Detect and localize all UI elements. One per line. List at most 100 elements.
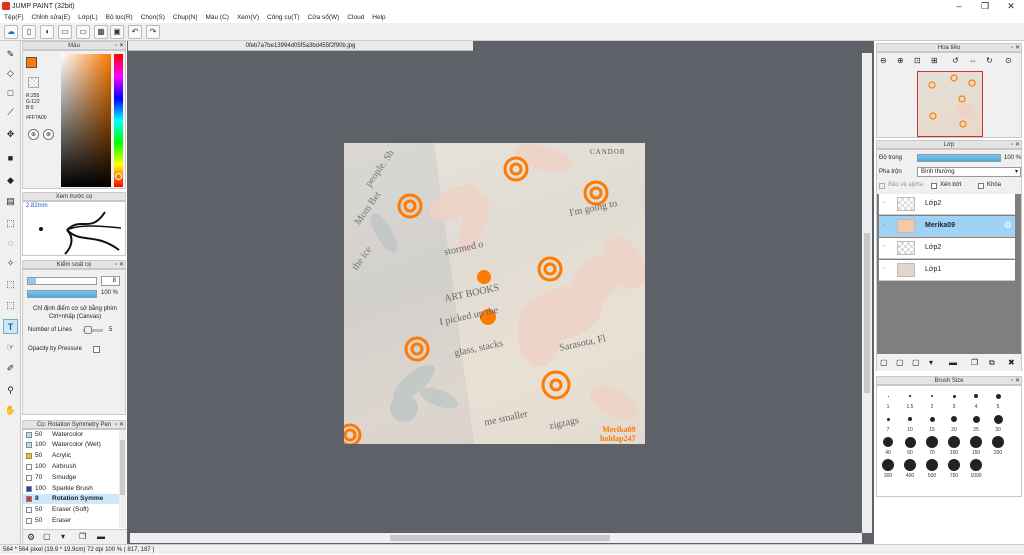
lasso-icon[interactable]: ◌ — [3, 236, 18, 251]
zoom-in-icon[interactable]: ⊕ — [897, 56, 904, 65]
menu-filter[interactable]: Bộ lọc(R) — [106, 14, 133, 21]
layer-add-dropdown-icon[interactable]: ▾ — [929, 358, 933, 367]
new-layer-8bit-icon[interactable]: ▢ — [896, 358, 904, 367]
canvas-vertical-scrollbar[interactable] — [862, 53, 872, 533]
monitor-icon[interactable]: ▭ — [76, 25, 90, 39]
eye-icon[interactable]: ◦ — [881, 222, 888, 229]
saturation-value-picker[interactable] — [61, 54, 111, 187]
eyedropper-icon[interactable]: ⚲ — [3, 383, 18, 398]
artwork[interactable]: CANDOR people. Sh Mom Bet the ice ART BO… — [344, 143, 645, 444]
brush-size-dot[interactable] — [929, 416, 935, 422]
brush-size-dot[interactable] — [886, 417, 890, 421]
brush-size-dot[interactable] — [883, 437, 893, 447]
panel-close-icon[interactable]: ✕ — [119, 421, 124, 429]
rotate-right-icon[interactable]: ↻ — [986, 56, 993, 65]
menu-edit[interactable]: Chỉnh sửa(E) — [32, 14, 71, 21]
brush-size-dot[interactable] — [972, 415, 980, 423]
brush-item[interactable]: 50 Eraser — [23, 516, 123, 526]
brush-size-dot[interactable] — [926, 436, 938, 448]
blend-mode-select[interactable]: Bình thường ▾ — [917, 167, 1021, 177]
brush-settings-icon[interactable]: ⚙ — [27, 532, 35, 543]
brush-item[interactable]: 50 Acrylic — [23, 451, 123, 461]
menu-file[interactable]: Tệp(F) — [4, 14, 24, 21]
brush-size-dot[interactable] — [882, 459, 894, 471]
menu-capture[interactable]: Chụp(N) — [173, 14, 198, 21]
zoom-out-icon[interactable]: ⊖ — [880, 56, 887, 65]
brush-size-dot[interactable] — [993, 414, 1003, 424]
rectangle-select-icon[interactable]: □ — [3, 86, 18, 101]
color-picker-icon[interactable]: ⊗ — [43, 129, 54, 140]
eraser-icon[interactable]: ◇ — [3, 66, 18, 81]
eye-icon[interactable]: ◦ — [881, 200, 888, 207]
navigator-thumbnail[interactable] — [917, 71, 983, 137]
reset-icon[interactable]: ⊙ — [1005, 56, 1012, 65]
brush-size-input[interactable]: 8 — [101, 276, 120, 286]
folder-icon[interactable]: ▬ — [949, 358, 957, 367]
layer-row[interactable]: ◦ Lớp1 — [879, 260, 1015, 281]
brush-folder-icon[interactable]: ▬ — [97, 532, 105, 541]
duplicate-layer-icon[interactable]: ❐ — [971, 358, 978, 367]
panel-close-icon[interactable]: ✕ — [1015, 141, 1020, 149]
brush-item[interactable]: 100 Sparkle Brush — [23, 484, 123, 494]
brush-size-dot[interactable] — [908, 417, 912, 421]
foreground-color-swatch[interactable] — [26, 57, 37, 68]
new-layer-1bit-icon[interactable]: ▢ — [912, 358, 920, 367]
clipping-checkbox[interactable] — [931, 183, 937, 189]
brush-size-dot[interactable] — [970, 459, 982, 471]
cloud-icon[interactable]: ☁ — [4, 25, 18, 39]
gradient-icon[interactable]: ▤ — [3, 194, 18, 209]
brush-size-dot[interactable] — [931, 395, 933, 397]
merge-layer-icon[interactable]: ⧉ — [989, 358, 995, 368]
eye-icon[interactable]: ◦ — [881, 266, 888, 273]
background-color-swatch[interactable] — [28, 77, 39, 88]
panel-menu-icon[interactable]: ▫ — [1011, 141, 1013, 149]
trash-icon[interactable]: ✖ — [1008, 358, 1015, 367]
layers-icon[interactable]: ▣ — [110, 25, 124, 39]
rotate-left-icon[interactable]: ↺ — [952, 56, 959, 65]
brush-size-slider[interactable] — [27, 277, 97, 285]
panel-close-icon[interactable]: ✕ — [119, 42, 124, 50]
panel-menu-icon[interactable]: ▫ — [115, 42, 117, 50]
bucket-icon[interactable]: ◆ — [3, 173, 18, 188]
layer-row[interactable]: ◦ Lớp2 — [879, 238, 1015, 259]
opacity-pressure-checkbox[interactable] — [93, 346, 100, 353]
layer-row-selected[interactable]: ◦ Merika09 ⚙ — [879, 216, 1015, 237]
brush-item[interactable]: 70 Smudge — [23, 473, 123, 483]
menu-tools[interactable]: Công cụ(T) — [267, 14, 300, 21]
select-icon[interactable]: ⬚ — [3, 216, 18, 231]
panel-menu-icon[interactable]: ▫ — [1011, 377, 1013, 385]
close-button[interactable]: ✕ — [996, 0, 1024, 12]
brush-size-dot[interactable] — [952, 394, 956, 398]
brush-size-dot[interactable] — [904, 459, 916, 471]
brush-dropdown-icon[interactable]: ▾ — [61, 532, 65, 541]
panel-close-icon[interactable]: ✕ — [1015, 44, 1020, 52]
new-file-icon[interactable]: ▯ — [22, 25, 36, 39]
menu-help[interactable]: Help — [372, 14, 385, 21]
brush-size-dot[interactable] — [948, 459, 960, 471]
brush-size-dot[interactable] — [974, 394, 978, 398]
brush-size-dot[interactable] — [951, 416, 957, 422]
select-eraser-icon[interactable]: ⬚ — [3, 298, 18, 313]
panel-menu-icon[interactable]: ▫ — [115, 261, 117, 269]
menu-view[interactable]: Xem(V) — [237, 14, 259, 21]
layer-row[interactable]: ◦ Lớp2 — [879, 194, 1015, 215]
comment-icon[interactable]: ▭ — [58, 25, 72, 39]
fit-icon[interactable]: ⊡ — [914, 56, 921, 65]
hue-handle[interactable] — [115, 173, 122, 180]
number-of-lines-handle[interactable] — [84, 326, 92, 334]
menu-cloud[interactable]: Cloud — [347, 14, 364, 21]
brush-size-dot[interactable] — [995, 393, 1001, 399]
brush-size-dot[interactable] — [970, 436, 982, 448]
menu-window[interactable]: Cửa sổ(W) — [308, 14, 340, 21]
menu-select[interactable]: Chọn(S) — [141, 14, 165, 21]
brush-list-scrollbar[interactable] — [119, 430, 126, 528]
redo-icon[interactable]: ↷ — [146, 25, 160, 39]
undo-icon[interactable]: ↶ — [128, 25, 142, 39]
brush-opacity-slider[interactable] — [27, 290, 97, 298]
panel-close-icon[interactable]: ✕ — [119, 261, 124, 269]
new-layer-icon[interactable]: ▢ — [880, 358, 888, 367]
brush-copy-icon[interactable]: ❐ — [79, 532, 86, 541]
text-icon[interactable]: T — [3, 319, 18, 334]
brush-item[interactable]: 50 Watercolor — [23, 430, 123, 440]
protect-alpha-checkbox[interactable] — [879, 183, 885, 189]
